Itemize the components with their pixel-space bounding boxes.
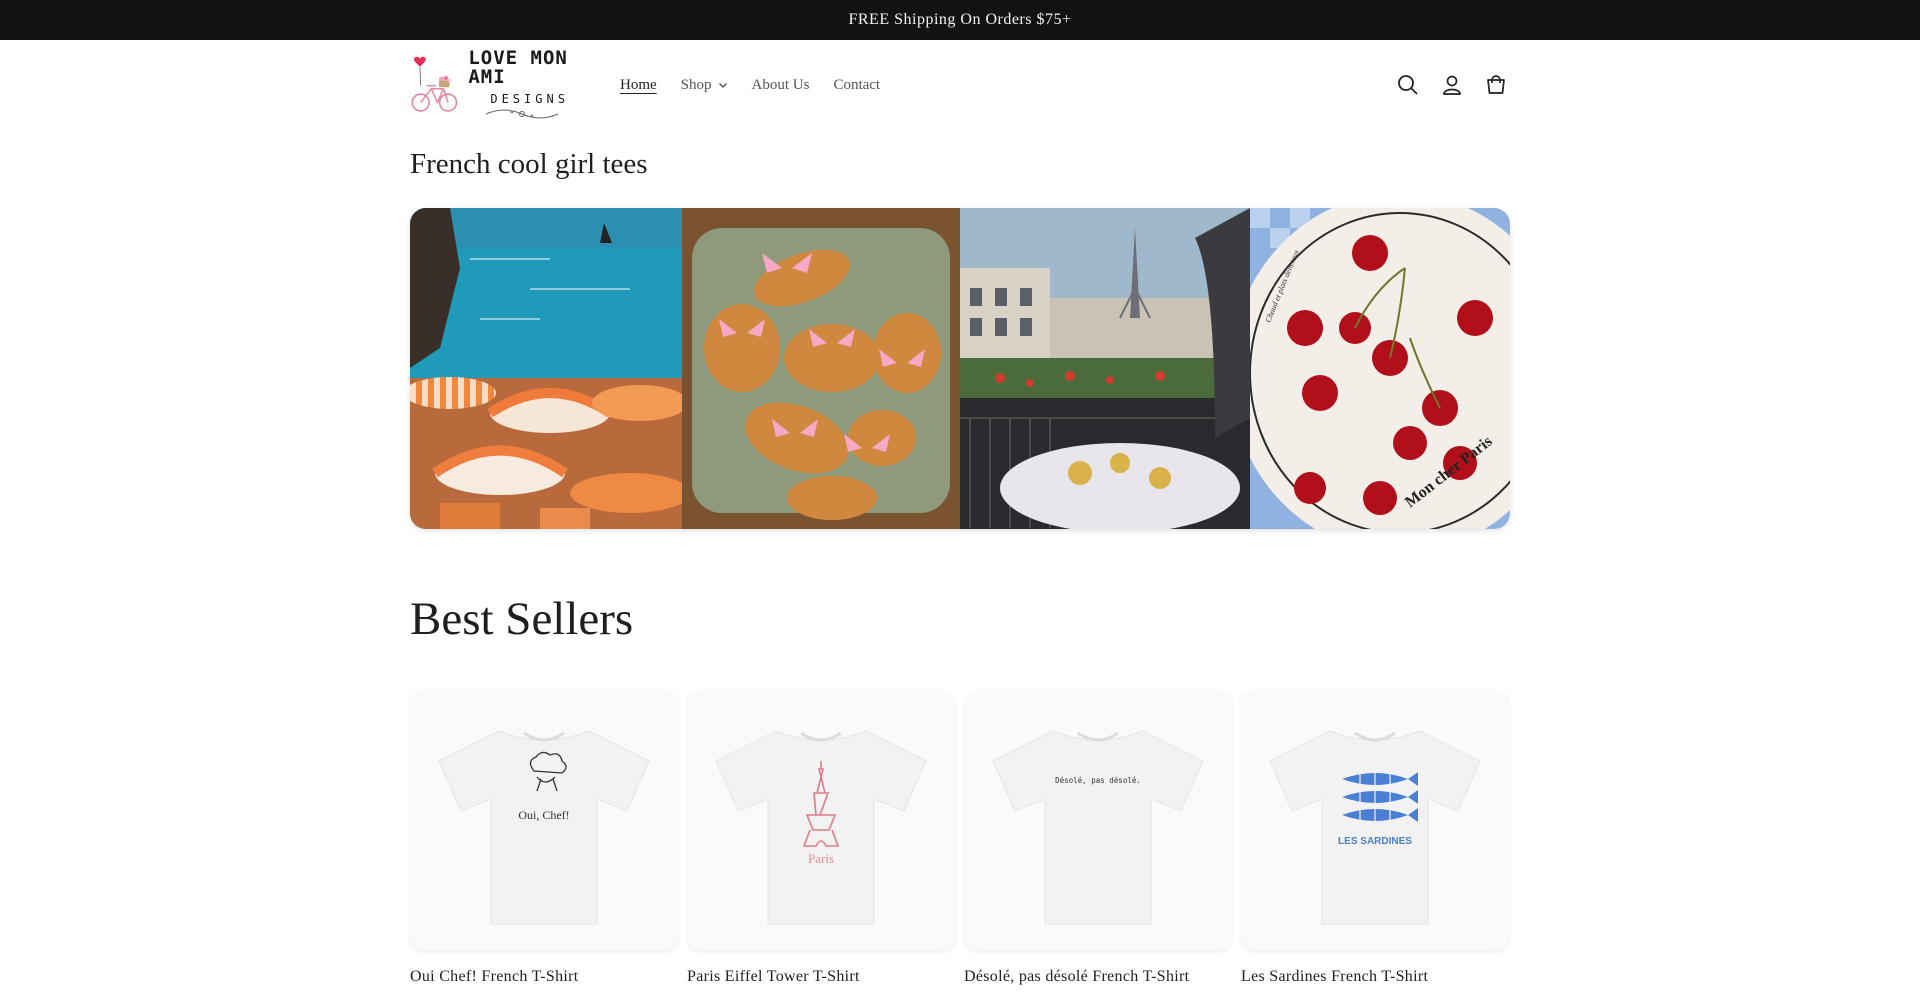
product-print: Désolé, pas désolé.: [1055, 776, 1141, 785]
logo-subtitle: DESIGNS: [490, 92, 569, 106]
paris-balcony-image: [960, 208, 1250, 529]
product-image[interactable]: LES SARDINES: [1241, 691, 1509, 951]
product-title[interactable]: Les Sardines French T-Shirt: [1241, 968, 1509, 986]
main-nav: Home Shop About Us Contact: [620, 40, 880, 130]
product-card[interactable]: LES SARDINES Les Sardines French T-Shirt: [1241, 691, 1509, 986]
product-card[interactable]: Désolé, pas désolé. Désolé, pas désolé F…: [964, 691, 1232, 986]
header-icons: [1394, 40, 1510, 130]
nav-home[interactable]: Home: [620, 77, 657, 94]
announcement-text: FREE Shipping On Orders $75+: [848, 11, 1072, 28]
logo-title: LOVE MON AMI: [468, 47, 568, 88]
search-icon[interactable]: [1394, 71, 1422, 99]
croissants-image: [682, 208, 960, 529]
nav-shop-label: Shop: [680, 76, 712, 93]
product-print: LES SARDINES: [1338, 836, 1412, 847]
nav-shop[interactable]: Shop: [681, 77, 728, 94]
product-image[interactable]: Désolé, pas désolé.: [964, 691, 1232, 951]
collection-image-mosaic[interactable]: Mon cher Paris Chaud et plats délicieux: [410, 208, 1510, 529]
nav-about[interactable]: About Us: [752, 77, 810, 94]
nav-contact[interactable]: Contact: [833, 77, 880, 94]
best-sellers-title: Best Sellers: [410, 593, 634, 645]
nav-contact-label: Contact: [833, 76, 881, 93]
chevron-down-icon: [718, 83, 727, 88]
cherries-image: Mon cher Paris Chaud et plats délicieux: [1250, 208, 1510, 529]
product-image[interactable]: Paris: [687, 691, 955, 951]
product-title[interactable]: Désolé, pas désolé French T-Shirt: [964, 968, 1232, 986]
cart-icon[interactable]: [1482, 71, 1510, 99]
site-header: LOVE MON AMI DESIGNS Home Shop About Us …: [410, 40, 1510, 130]
product-card[interactable]: Oui, Chef! Oui Chef! French T-Shirt: [410, 691, 678, 986]
bicycle-logo-icon: [411, 56, 458, 112]
collection-banner: French cool girl tees Mon cher Paris Cha…: [410, 147, 1510, 986]
site-logo[interactable]: LOVE MON AMI DESIGNS: [410, 46, 582, 124]
product-print: Paris: [808, 851, 834, 866]
product-title[interactable]: Oui Chef! French T-Shirt: [410, 968, 678, 986]
product-card[interactable]: Paris Paris Eiffel Tower T-Shirt: [687, 691, 955, 986]
announcement-bar: FREE Shipping On Orders $75+: [0, 0, 1920, 40]
beach-umbrellas-image: [410, 208, 682, 529]
account-icon[interactable]: [1438, 71, 1466, 99]
product-image[interactable]: Oui, Chef!: [410, 691, 678, 951]
product-grid: Oui, Chef! Oui Chef! French T-Shirt Pari…: [410, 691, 1510, 986]
nav-home-label: Home: [620, 76, 657, 93]
nav-about-label: About Us: [751, 76, 810, 93]
floral-swash-icon: [486, 109, 559, 119]
product-title[interactable]: Paris Eiffel Tower T-Shirt: [687, 968, 955, 986]
collection-title: French cool girl tees: [410, 148, 648, 180]
product-print: Oui, Chef!: [518, 808, 569, 822]
